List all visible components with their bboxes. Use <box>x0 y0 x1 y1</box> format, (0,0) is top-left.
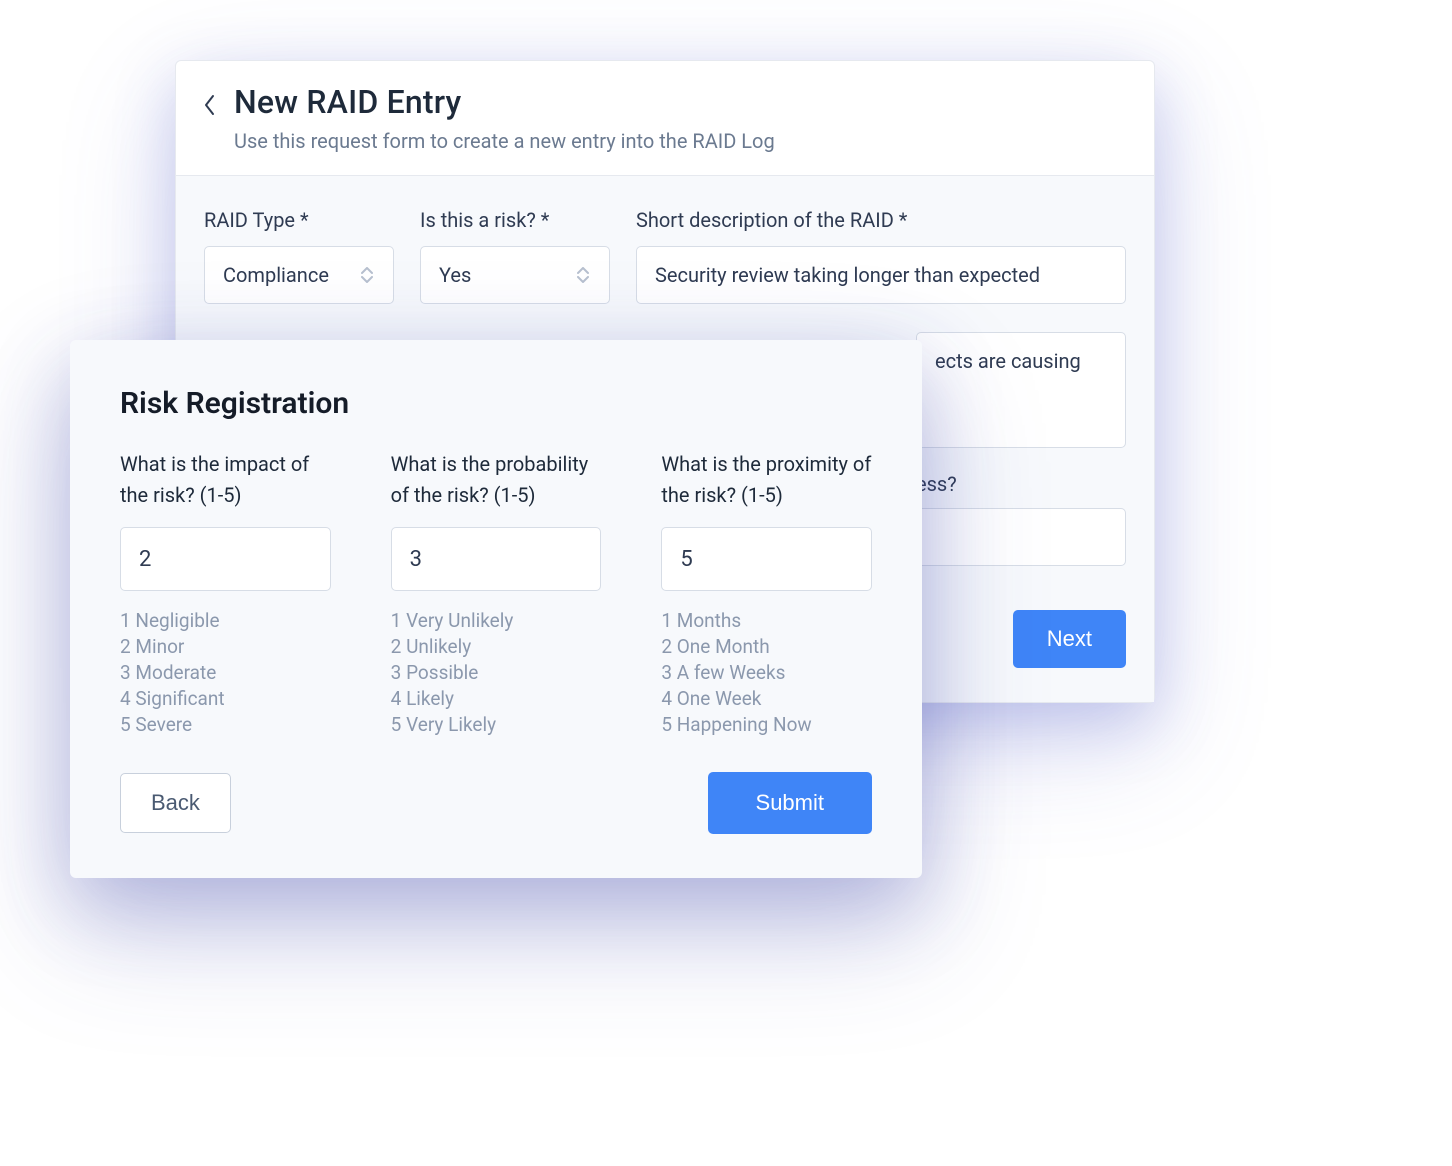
impact-label: What is the impact of the risk? (1-5) <box>120 449 331 511</box>
risk-registration-title: Risk Registration <box>120 386 872 421</box>
proximity-input[interactable]: 5 <box>661 527 872 591</box>
legend-item: 4 Likely <box>391 687 602 710</box>
is-risk-select[interactable]: Yes <box>420 246 610 304</box>
legend-item: 3 A few Weeks <box>661 661 872 684</box>
is-risk-field: Is this a risk? * Yes <box>420 208 610 304</box>
back-chevron-icon[interactable] <box>200 87 220 123</box>
legend-item: 5 Very Likely <box>391 713 602 736</box>
short-desc-label: Short description of the RAID * <box>636 208 1126 232</box>
is-risk-label: Is this a risk? * <box>420 208 610 232</box>
legend-item: 1 Negligible <box>120 609 331 632</box>
submit-button[interactable]: Submit <box>708 772 872 834</box>
probability-column: What is the probability of the risk? (1-… <box>391 449 602 736</box>
impact-value: 2 <box>139 547 151 572</box>
legend-item: 1 Months <box>661 609 872 632</box>
legend-item: 2 One Month <box>661 635 872 658</box>
risk-registration-card: Risk Registration What is the impact of … <box>70 340 922 878</box>
short-desc-value: Security review taking longer than expec… <box>655 263 1040 287</box>
hidden-question-input[interactable] <box>916 508 1126 566</box>
raid-type-value: Compliance <box>223 263 329 287</box>
proximity-label: What is the proximity of the risk? (1-5) <box>661 449 872 511</box>
hidden-question-label: ess? <box>916 472 1126 496</box>
is-risk-value: Yes <box>439 263 471 287</box>
probability-legend: 1 Very Unlikely 2 Unlikely 3 Possible 4 … <box>391 609 602 736</box>
page-subtitle: Use this request form to create a new en… <box>234 129 775 153</box>
legend-item: 5 Severe <box>120 713 331 736</box>
impact-legend: 1 Negligible 2 Minor 3 Moderate 4 Signif… <box>120 609 331 736</box>
impact-input[interactable]: 2 <box>120 527 331 591</box>
proximity-legend: 1 Months 2 One Month 3 A few Weeks 4 One… <box>661 609 872 736</box>
raid-type-select[interactable]: Compliance <box>204 246 394 304</box>
impact-column: What is the impact of the risk? (1-5) 2 … <box>120 449 331 736</box>
page-title: New RAID Entry <box>234 83 775 121</box>
legend-item: 3 Moderate <box>120 661 331 684</box>
legend-item: 5 Happening Now <box>661 713 872 736</box>
long-desc-textarea[interactable]: ects are causing <box>916 332 1126 448</box>
proximity-column: What is the proximity of the risk? (1-5)… <box>661 449 872 736</box>
back-button[interactable]: Back <box>120 773 231 833</box>
probability-value: 3 <box>410 547 422 572</box>
long-desc-peek-text: ects are causing <box>935 349 1081 373</box>
legend-item: 4 One Week <box>661 687 872 710</box>
legend-item: 2 Unlikely <box>391 635 602 658</box>
short-desc-field: Short description of the RAID * Security… <box>636 208 1126 304</box>
updown-icon <box>575 264 591 286</box>
short-desc-input[interactable]: Security review taking longer than expec… <box>636 246 1126 304</box>
legend-item: 4 Significant <box>120 687 331 710</box>
updown-icon <box>359 264 375 286</box>
legend-item: 1 Very Unlikely <box>391 609 602 632</box>
raid-entry-header: New RAID Entry Use this request form to … <box>176 61 1154 176</box>
raid-type-field: RAID Type * Compliance <box>204 208 394 304</box>
legend-item: 2 Minor <box>120 635 331 658</box>
probability-input[interactable]: 3 <box>391 527 602 591</box>
probability-label: What is the probability of the risk? (1-… <box>391 449 602 511</box>
next-button[interactable]: Next <box>1013 610 1126 668</box>
proximity-value: 5 <box>680 547 692 572</box>
legend-item: 3 Possible <box>391 661 602 684</box>
raid-type-label: RAID Type * <box>204 208 394 232</box>
